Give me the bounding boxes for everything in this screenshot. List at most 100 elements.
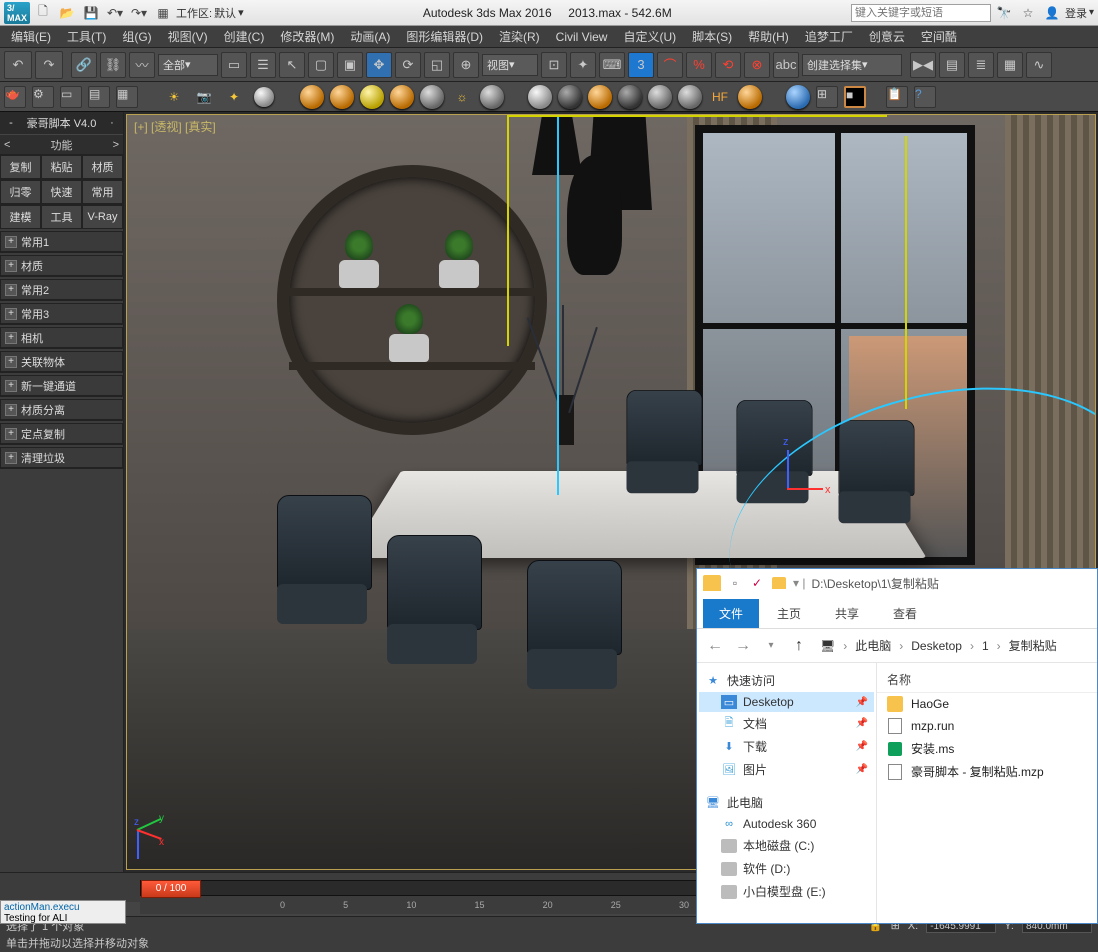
transform-gizmo[interactable]: z x [787, 450, 789, 490]
light-omni-icon[interactable]: ☀ [162, 85, 186, 109]
teapot-icon[interactable]: 🫖 [4, 86, 26, 108]
menu-kongjianku[interactable]: 空间酷 [914, 26, 964, 47]
tree-drive-d[interactable]: 软件 (D:) [699, 857, 874, 880]
viewport-label[interactable]: [+] [透视] [真实] [134, 118, 216, 135]
keyboard-shortcut-icon[interactable]: ⌨ [599, 52, 625, 78]
mat-sphere2-icon[interactable] [330, 85, 354, 109]
menu-customize[interactable]: 自定义(U) [616, 26, 683, 47]
menu-tools[interactable]: 工具(T) [60, 26, 113, 47]
app-logo-icon[interactable]: 3/MAX [4, 2, 30, 24]
project-icon[interactable]: ▦ [152, 3, 174, 23]
hdr-icon[interactable]: HF [708, 85, 732, 109]
select-by-name-icon[interactable]: ☰ [250, 52, 276, 78]
crumb-folder1[interactable]: 1 [979, 637, 992, 655]
tab-share[interactable]: 共享 [819, 599, 875, 628]
menu-chuangyiyun[interactable]: 创意云 [862, 26, 912, 47]
window-crossing-icon[interactable]: ▣ [337, 52, 363, 78]
favorite-icon[interactable]: ☆ [1017, 3, 1039, 23]
snap-toggle-icon[interactable]: 3 [628, 52, 654, 78]
tree-documents[interactable]: 🗎文档📌 [699, 712, 874, 735]
signin-drop-icon[interactable]: ▾ [1089, 7, 1094, 18]
expand-icon[interactable]: + [5, 284, 17, 296]
explorer-qa-icon[interactable]: ▫ [727, 575, 743, 591]
mat-sphere1-icon[interactable] [300, 85, 324, 109]
align-icon[interactable]: ▤ [939, 52, 965, 78]
tools-button[interactable]: 工具 [41, 205, 82, 229]
undo-icon[interactable]: ↶▾ [104, 3, 126, 23]
zero-button[interactable]: 归零 [0, 180, 41, 204]
mat-sphere12-icon[interactable] [678, 85, 702, 109]
nav-history-icon[interactable]: ▾ [761, 640, 781, 651]
signin-icon[interactable]: 👤 [1041, 3, 1063, 23]
percent-snap-icon[interactable]: % [686, 52, 712, 78]
copy-button[interactable]: 复制 [0, 155, 41, 179]
mat-sphere13-icon[interactable] [738, 85, 762, 109]
mat-sphere6-icon[interactable] [480, 85, 504, 109]
list-item[interactable]: 安装.ms [877, 737, 1097, 760]
menu-grapheditors[interactable]: 图形编辑器(D) [399, 26, 490, 47]
mat-sphere4-icon[interactable] [390, 85, 414, 109]
material-button[interactable]: 材质 [82, 155, 123, 179]
mat-sphere8-icon[interactable] [558, 85, 582, 109]
render-last-icon[interactable]: ▦ [116, 86, 138, 108]
explorer-folder-icon[interactable] [771, 575, 787, 591]
menu-modifiers[interactable]: 修改器(M) [273, 26, 341, 47]
menu-rendering[interactable]: 渲染(R) [492, 26, 547, 47]
save-icon[interactable]: 💾 [80, 3, 102, 23]
menu-create[interactable]: 创建(C) [217, 26, 272, 47]
help-icon[interactable]: ? [914, 86, 936, 108]
section-common3[interactable]: +常用3 [1, 304, 122, 324]
selection-filter-dropdown[interactable]: 全部 ▾ [158, 54, 218, 76]
explorer-titlebar[interactable]: ▫ ✓ ▾ | D:\Desketop\1\复制粘贴 [697, 569, 1097, 597]
section-common1[interactable]: +常用1 [1, 232, 122, 252]
crumb-desktop[interactable]: Desketop [908, 637, 965, 655]
redo-icon[interactable]: ↷▾ [128, 3, 150, 23]
open-icon[interactable]: 📂 [56, 3, 78, 23]
named-selection-dropdown[interactable]: 创建选择集 ▾ [802, 54, 902, 76]
unlink-icon[interactable]: ⛓ [100, 52, 126, 78]
undo-button[interactable]: ↶ [4, 51, 32, 79]
link-icon[interactable]: 🔗 [71, 52, 97, 78]
menu-civilview[interactable]: Civil View [549, 28, 615, 46]
select-place-icon[interactable]: ⊕ [453, 52, 479, 78]
render-setup-icon[interactable]: ⚙ [32, 86, 54, 108]
time-thumb[interactable]: 0 / 100 [141, 880, 201, 898]
list-item[interactable]: mzp.run [877, 715, 1097, 737]
expand-icon[interactable]: + [5, 236, 17, 248]
menu-animation[interactable]: 动画(A) [343, 26, 397, 47]
explorer-check-icon[interactable]: ✓ [749, 575, 765, 591]
explorer-tree[interactable]: ★快速访问 ▭Desketop📌 🗎文档📌 ⬇下载📌 🖼图片📌 🖥此电脑 ∞Au… [697, 663, 877, 923]
expand-icon[interactable]: + [5, 452, 17, 464]
tree-downloads[interactable]: ⬇下载📌 [699, 735, 874, 758]
select-region-icon[interactable]: ▢ [308, 52, 334, 78]
list-item[interactable]: HaoGe [877, 693, 1097, 715]
tab-home[interactable]: 主页 [761, 599, 817, 628]
tree-pictures[interactable]: 🖼图片📌 [699, 758, 874, 781]
tree-drive-c[interactable]: 本地磁盘 (C:) [699, 834, 874, 857]
menu-help[interactable]: 帮助(H) [741, 26, 796, 47]
nav-back-icon[interactable]: ← [705, 637, 725, 655]
tab-view[interactable]: 查看 [877, 599, 933, 628]
workspace-value[interactable]: 默认 [214, 5, 236, 21]
section-camera[interactable]: +相机 [1, 328, 122, 348]
redo-button[interactable]: ↷ [35, 51, 63, 79]
named-selection-icon[interactable]: abc [773, 52, 799, 78]
expand-icon[interactable]: + [5, 404, 17, 416]
tab-file[interactable]: 文件 [703, 599, 759, 628]
explorer-window[interactable]: ▫ ✓ ▾ | D:\Desketop\1\复制粘贴 文件 主页 共享 查看 ←… [696, 568, 1098, 924]
fast-button[interactable]: 快速 [41, 180, 82, 204]
common-button[interactable]: 常用 [82, 180, 123, 204]
section-common2[interactable]: +常用2 [1, 280, 122, 300]
mat-sphere3-icon[interactable] [360, 85, 384, 109]
tree-drive-e[interactable]: 小白模型盘 (E:) [699, 880, 874, 903]
spinner-snap-icon[interactable]: ⟲ [715, 52, 741, 78]
pin-icon[interactable]: 📌 [856, 697, 868, 708]
curve-editor-icon[interactable]: ∿ [1026, 52, 1052, 78]
angle-snap-icon[interactable]: ⌒ [657, 52, 683, 78]
crumb-folder2[interactable]: 复制粘贴 [1006, 635, 1060, 656]
breadcrumb[interactable]: 🖥› 此电脑› Desketop› 1› 复制粘贴 [817, 635, 1060, 656]
mat-sphere10-icon[interactable] [618, 85, 642, 109]
manipulate-icon[interactable]: ✦ [570, 52, 596, 78]
ref-coord-dropdown[interactable]: 视图 ▾ [482, 54, 538, 76]
vfb-icon[interactable]: ▤ [88, 86, 110, 108]
